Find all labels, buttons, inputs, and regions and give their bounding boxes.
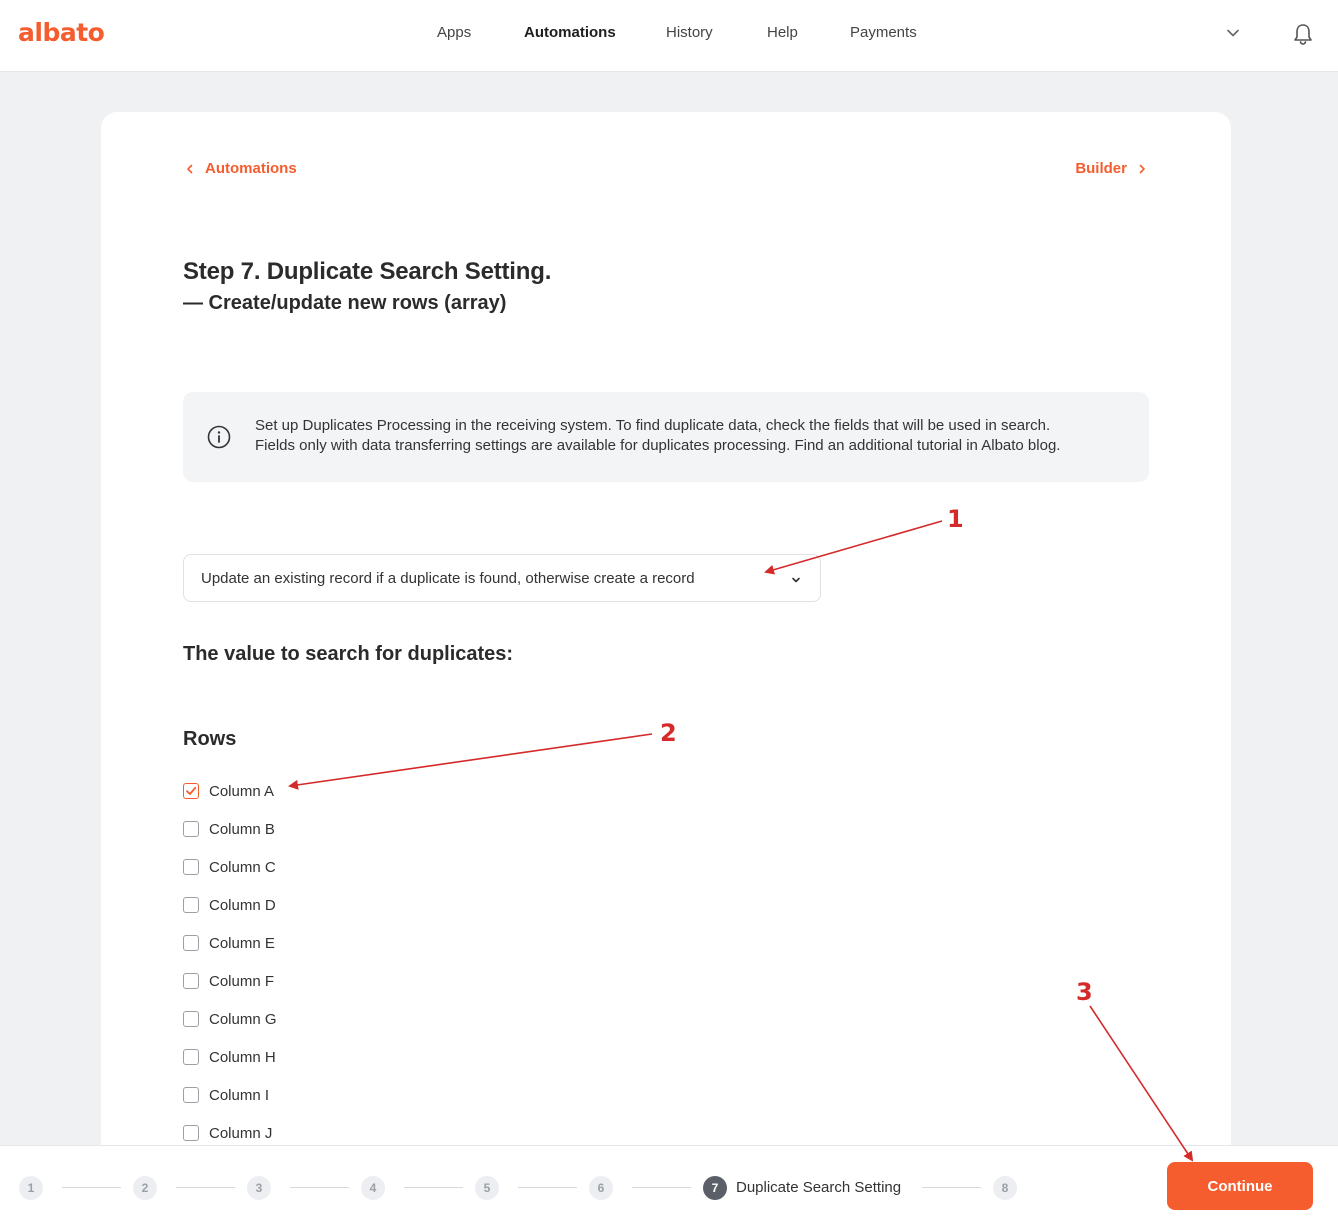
main-card: Automations Builder Step 7. Duplicate Se… [101, 112, 1231, 1152]
chevron-left-icon [187, 164, 193, 173]
nav-apps[interactable]: Apps [437, 24, 471, 41]
column-c-label: Column C [209, 858, 276, 876]
breadcrumb-next[interactable]: Builder [1075, 160, 1147, 177]
column-d-label: Column D [209, 896, 276, 914]
column-d-option[interactable]: Column D [183, 886, 277, 924]
column-e-option[interactable]: Column E [183, 924, 277, 962]
step-connector [922, 1187, 981, 1188]
step-3[interactable]: 3 [247, 1176, 271, 1200]
annotation-number-2: 2 [660, 719, 677, 747]
annotation-number-3: 3 [1076, 978, 1093, 1006]
search-values-heading: The value to search for duplicates: [183, 643, 514, 665]
column-a-checkbox[interactable] [183, 783, 199, 799]
step-connector [290, 1187, 349, 1188]
top-navbar: albato Apps Automations History Help Pay… [0, 0, 1338, 72]
step-1[interactable]: 1 [19, 1176, 43, 1200]
column-e-checkbox[interactable] [183, 935, 199, 951]
column-i-checkbox[interactable] [183, 1087, 199, 1103]
column-a-label: Column A [209, 782, 275, 800]
column-f-checkbox[interactable] [183, 973, 199, 989]
main-nav: Apps Automations History Help Payments [0, 0, 1338, 72]
bell-icon[interactable] [1292, 22, 1314, 46]
info-line-2: Fields only with data transferring setti… [255, 437, 1061, 454]
column-i-option[interactable]: Column I [183, 1076, 277, 1114]
breadcrumb-back[interactable]: Automations [185, 160, 297, 177]
continue-button[interactable]: Continue [1167, 1162, 1313, 1210]
column-b-option[interactable]: Column B [183, 810, 277, 848]
step-4[interactable]: 4 [361, 1176, 385, 1200]
chevron-down-icon[interactable] [1226, 26, 1240, 40]
step-connector [176, 1187, 235, 1188]
info-banner: Set up Duplicates Processing in the rece… [183, 392, 1149, 482]
nav-history[interactable]: History [666, 24, 713, 41]
current-step-label: Duplicate Search Setting [736, 1179, 902, 1196]
column-b-checkbox[interactable] [183, 821, 199, 837]
annotation-number-1: 1 [947, 505, 964, 533]
column-h-label: Column H [209, 1048, 276, 1066]
breadcrumb-back-label: Automations [205, 160, 297, 177]
duplicate-mode-value: Update an existing record if a duplicate… [201, 570, 695, 587]
bottom-stepper-bar: 1 2 3 4 5 6 7 Duplicate Search Setting 8… [0, 1145, 1338, 1221]
column-c-checkbox[interactable] [183, 859, 199, 875]
column-g-label: Column G [209, 1010, 277, 1028]
step-connector [632, 1187, 691, 1188]
duplicate-mode-select[interactable]: Update an existing record if a duplicate… [183, 554, 821, 602]
step-connector [518, 1187, 577, 1188]
checkmark-icon [186, 786, 197, 795]
step-6[interactable]: 6 [589, 1176, 613, 1200]
column-d-checkbox[interactable] [183, 897, 199, 913]
column-e-label: Column E [209, 934, 275, 952]
step-connector [62, 1187, 121, 1188]
column-checkbox-list: Column A Column B Column C Column D Colu… [183, 772, 277, 1152]
column-g-option[interactable]: Column G [183, 1000, 277, 1038]
page-title: Step 7. Duplicate Search Setting. [183, 258, 552, 285]
info-line-1: Set up Duplicates Processing in the rece… [255, 417, 1051, 434]
column-h-checkbox[interactable] [183, 1049, 199, 1065]
info-icon [207, 425, 231, 449]
step-2[interactable]: 2 [133, 1176, 157, 1200]
info-text: Set up Duplicates Processing in the rece… [255, 416, 1135, 456]
nav-automations[interactable]: Automations [524, 24, 616, 41]
chevron-right-icon [1139, 164, 1145, 173]
step-connector [404, 1187, 463, 1188]
column-f-label: Column F [209, 972, 275, 990]
column-j-label: Column J [209, 1124, 273, 1142]
rows-heading: Rows [183, 728, 237, 750]
step-8[interactable]: 8 [993, 1176, 1017, 1200]
nav-payments[interactable]: Payments [850, 24, 917, 41]
nav-help[interactable]: Help [767, 24, 798, 41]
column-b-label: Column B [209, 820, 275, 838]
column-g-checkbox[interactable] [183, 1011, 199, 1027]
page-subtitle: — Create/update new rows (array) [183, 292, 507, 314]
column-h-option[interactable]: Column H [183, 1038, 277, 1076]
chevron-down-icon [792, 577, 800, 583]
step-5[interactable]: 5 [475, 1176, 499, 1200]
column-f-option[interactable]: Column F [183, 962, 277, 1000]
step-7-current[interactable]: 7 [703, 1176, 727, 1200]
breadcrumb-next-label: Builder [1075, 160, 1127, 177]
column-i-label: Column I [209, 1086, 270, 1104]
column-a-option[interactable]: Column A [183, 772, 277, 810]
column-c-option[interactable]: Column C [183, 848, 277, 886]
column-j-checkbox[interactable] [183, 1125, 199, 1141]
